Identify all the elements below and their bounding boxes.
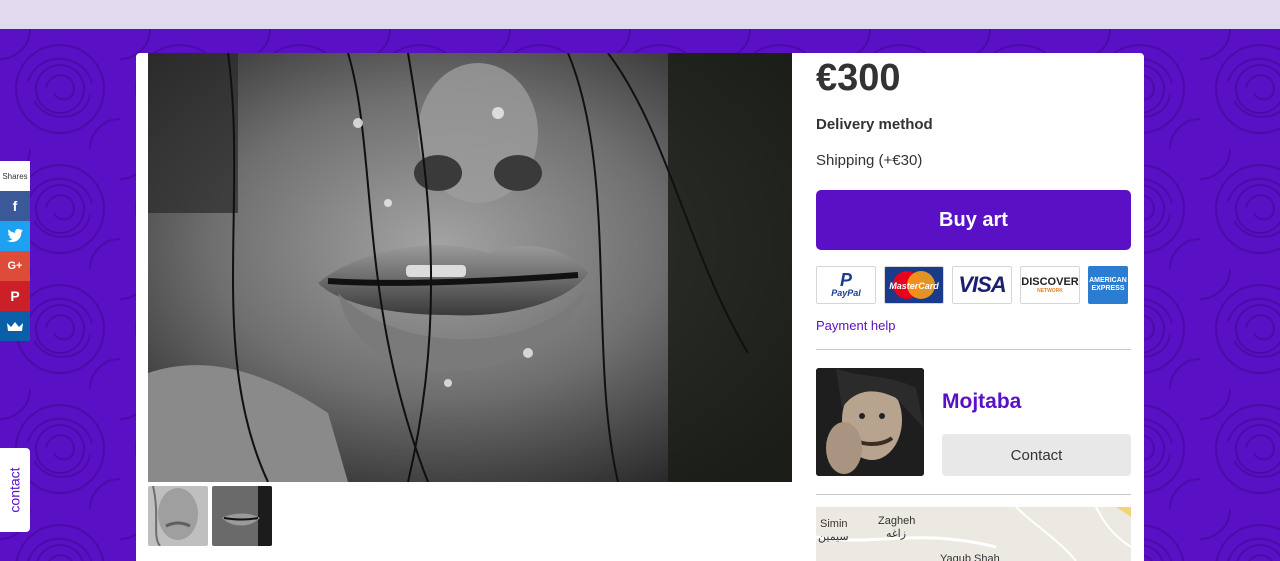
contact-side-tab[interactable]: contact [0,448,30,532]
divider [816,349,1131,350]
delivery-method-label: Delivery method [816,116,933,133]
svg-text:MasterCard: MasterCard [889,281,939,291]
divider [816,494,1131,495]
american-express-card-icon: AMERICAN EXPRESS [1088,266,1128,304]
map-label: Simin [820,518,848,530]
pinterest-share-button[interactable]: P [0,281,30,311]
visa-card-icon: VISA [952,266,1012,304]
artwork-main-image[interactable] [148,53,792,482]
map-label: سیمین [818,531,849,543]
crown-shape [7,322,23,331]
map-label: Yaqub Shah [940,553,1000,561]
twitter-bird [7,228,23,242]
google-plus-icon: G+ [7,260,23,272]
twitter-icon [7,228,23,245]
avatar-portrait [816,368,924,476]
artist-avatar[interactable] [816,368,924,476]
map-label: Zagheh [878,515,916,527]
mastercard-logo: MasterCard [889,271,939,299]
shipping-option: Shipping (+€30) [816,152,923,169]
map-label: زاغه [886,528,907,540]
thumbnail-image [148,486,208,546]
payment-methods: P PayPal MasterCard VISA DISCOVER NETWOR… [816,266,1131,306]
contact-tab-label: contact [7,467,24,513]
google-plus-share-button[interactable]: G+ [0,251,30,281]
share-sidebar: Shares f G+ P [0,161,30,341]
paypal-card-icon: P PayPal [816,266,876,304]
mastercard-card-icon: MasterCard [884,266,944,304]
artwork-drawing [148,53,792,482]
artwork-thumbnail-1[interactable] [148,486,208,546]
buy-art-button[interactable]: Buy art [816,190,1131,250]
contact-artist-button[interactable]: Contact [942,434,1131,476]
sumome-share-button[interactable] [0,311,30,341]
artist-name-link[interactable]: Mojtaba [942,390,1021,414]
artwork-thumbnail-2[interactable] [212,486,272,546]
crown-icon [7,318,23,334]
pinterest-icon: P [10,288,20,304]
discover-card-icon: DISCOVER NETWORK [1020,266,1080,304]
thumbnail-image [212,486,272,546]
price: €300 [816,57,901,99]
facebook-share-button[interactable]: f [0,191,30,221]
payment-help-link[interactable]: Payment help [816,318,896,333]
facebook-icon: f [12,198,18,214]
browser-top-bar [0,0,1280,29]
location-map[interactable]: Simin سیمین Zagheh زاغه Yaqub Shah [816,507,1131,561]
twitter-share-button[interactable] [0,221,30,251]
shares-label: Shares [0,161,30,191]
